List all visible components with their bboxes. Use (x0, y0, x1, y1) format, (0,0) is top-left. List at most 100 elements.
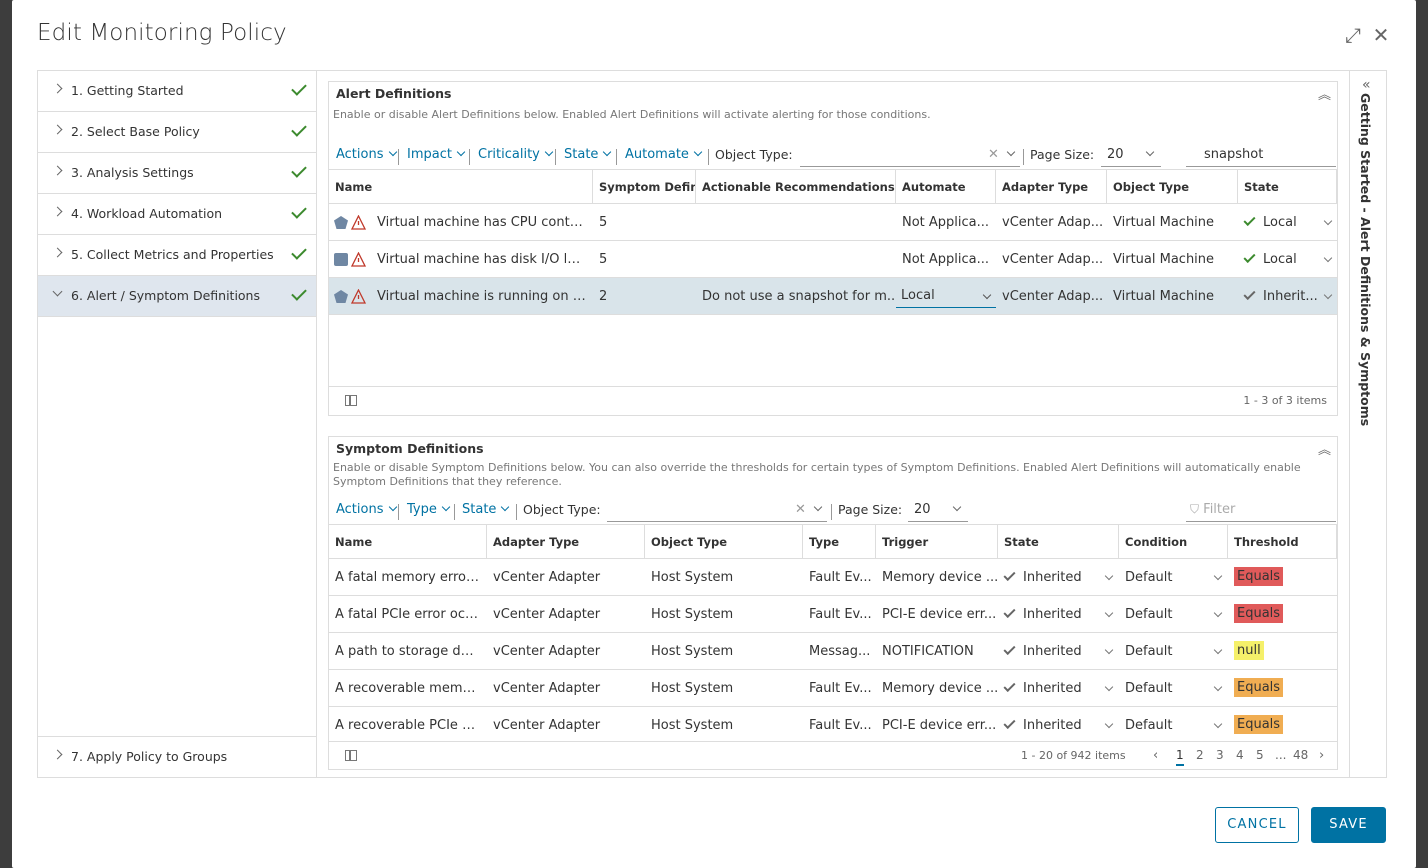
page-size-select[interactable]: 20 (1101, 143, 1161, 167)
state-dropdown[interactable]: State (564, 147, 612, 162)
object-type-select[interactable]: ✕ (607, 498, 827, 522)
page-1[interactable]: 1 (1176, 748, 1184, 766)
state-select[interactable]: Inherited (998, 559, 1108, 596)
condition-select[interactable]: Default (1119, 707, 1219, 741)
page-4[interactable]: 4 (1236, 748, 1244, 762)
trigger: NOTIFICATION (882, 644, 974, 659)
state-select[interactable]: Inherited (998, 633, 1108, 670)
column-symptom-definitions[interactable]: Symptom Defini... (593, 170, 696, 204)
symptom-name[interactable]: A recoverable memor... (329, 670, 487, 707)
column-type[interactable]: Type (803, 525, 876, 559)
column-adapter-type[interactable]: Adapter Type (996, 170, 1107, 204)
symptom-name[interactable]: A fatal memory error ... (329, 559, 487, 596)
symptom-name[interactable]: A recoverable PCIe er... (329, 707, 487, 741)
state-select[interactable]: Inherited (998, 670, 1108, 707)
page-2[interactable]: 2 (1196, 748, 1204, 762)
column-actionable-recommendations[interactable]: Actionable Recommendations (696, 170, 896, 204)
filter-input[interactable]: ⛉ Filter (1186, 498, 1336, 522)
chevron-down-icon[interactable] (1323, 290, 1333, 300)
table-row[interactable]: A recoverable PCIe er... vCenter Adapter… (329, 707, 1337, 741)
chevron-down-icon (603, 147, 612, 157)
column-trigger[interactable]: Trigger (876, 525, 998, 559)
actions-dropdown[interactable]: Actions (336, 502, 397, 517)
symptom-name[interactable]: A fatal PCIe error occ... (329, 596, 487, 633)
save-button[interactable]: SAVE (1311, 807, 1386, 843)
condition-select[interactable]: Default (1119, 596, 1219, 633)
column-adapter-type[interactable]: Adapter Type (487, 525, 645, 559)
table-row[interactable]: Virtual machine has disk I/O late... 5 N… (329, 241, 1337, 278)
page-3[interactable]: 3 (1216, 748, 1224, 762)
cancel-button[interactable]: CANCEL (1215, 807, 1299, 843)
state-select[interactable]: Local (1238, 204, 1337, 241)
filter-placeholder: Filter (1203, 502, 1236, 517)
condition-select[interactable]: Default (1119, 633, 1219, 670)
table-row[interactable]: Virtual machine has CPU conten... 5 Not … (329, 204, 1337, 241)
column-object-type[interactable]: Object Type (1107, 170, 1238, 204)
double-chevron-left-icon[interactable]: « (1362, 77, 1371, 93)
column-threshold[interactable]: Threshold (1228, 525, 1337, 559)
automate-select-field[interactable]: Local (896, 284, 996, 308)
column-toggle-icon[interactable] (345, 395, 357, 406)
alert-name[interactable]: Virtual machine has CPU conten... (371, 204, 593, 241)
column-object-type[interactable]: Object Type (645, 525, 803, 559)
trigger: PCI-E device err... (882, 718, 997, 733)
clear-icon[interactable]: ✕ (988, 147, 999, 162)
page-48[interactable]: 48 (1293, 748, 1308, 762)
object-type: Host System (651, 718, 734, 733)
automate-select[interactable]: Local (896, 278, 996, 315)
state-select[interactable]: Local (1238, 241, 1337, 278)
chevron-down-icon (1145, 147, 1155, 157)
divider (831, 504, 832, 520)
table-row-selected[interactable]: Virtual machine is running on sn... 2 Do… (329, 278, 1337, 315)
collapse-up-icon[interactable]: ︽ (1318, 439, 1331, 458)
chevron-down-icon (813, 502, 823, 512)
alert-definitions-title: Alert Definitions (336, 86, 452, 101)
page-5[interactable]: 5 (1256, 748, 1264, 762)
step-getting-started[interactable]: 1. Getting Started (38, 71, 316, 112)
state-select[interactable]: Inherited (998, 707, 1108, 741)
state-dropdown[interactable]: State (462, 502, 510, 517)
column-state[interactable]: State (1238, 170, 1337, 204)
table-row[interactable]: A fatal PCIe error occ... vCenter Adapte… (329, 596, 1337, 633)
column-toggle-icon[interactable] (345, 750, 357, 761)
state-select[interactable]: Inherit... (1238, 278, 1320, 315)
object-type-label: Object Type: (523, 502, 601, 517)
chevron-right-icon[interactable]: › (1319, 748, 1324, 763)
expand-icon[interactable]: ⤢ (1342, 24, 1364, 46)
table-row[interactable]: A recoverable memor... vCenter Adapter H… (329, 670, 1337, 707)
criticality-dropdown[interactable]: Criticality (478, 147, 554, 162)
condition-select[interactable]: Default (1119, 559, 1219, 596)
search-input[interactable]: snapshot (1186, 143, 1336, 167)
step-alert-symptom-definitions[interactable]: 6. Alert / Symptom Definitions (38, 276, 316, 317)
close-icon[interactable]: ✕ (1370, 24, 1392, 46)
column-condition[interactable]: Condition (1119, 525, 1228, 559)
step-select-base-policy[interactable]: 2. Select Base Policy (38, 112, 316, 153)
collapse-up-icon[interactable]: ︽ (1318, 84, 1331, 103)
alert-name[interactable]: Virtual machine is running on sn... (371, 278, 593, 315)
type-dropdown[interactable]: Type (407, 502, 451, 517)
clear-icon[interactable]: ✕ (795, 502, 806, 517)
chevron-left-icon[interactable]: ‹ (1153, 748, 1158, 763)
page-size-select[interactable]: 20 (908, 498, 968, 522)
health-badge-icon (334, 216, 348, 229)
table-row[interactable]: A path to storage dev... vCenter Adapter… (329, 633, 1337, 670)
actions-dropdown[interactable]: Actions (336, 147, 397, 162)
symptom-name[interactable]: A path to storage dev... (329, 633, 487, 670)
condition-select[interactable]: Default (1119, 670, 1219, 707)
automate-dropdown[interactable]: Automate (625, 147, 703, 162)
column-name[interactable]: Name (329, 170, 593, 204)
chevron-right-icon (52, 165, 63, 176)
step-apply-policy-to-groups[interactable]: 7. Apply Policy to Groups (38, 736, 316, 777)
column-name[interactable]: Name (329, 525, 487, 559)
impact-dropdown[interactable]: Impact (407, 147, 466, 162)
step-collect-metrics[interactable]: 5. Collect Metrics and Properties (38, 235, 316, 276)
column-automate[interactable]: Automate (896, 170, 996, 204)
column-state[interactable]: State (998, 525, 1119, 559)
alert-name[interactable]: Virtual machine has disk I/O late... (371, 241, 593, 278)
object-type-select[interactable]: ✕ (800, 143, 1020, 167)
step-analysis-settings[interactable]: 3. Analysis Settings (38, 153, 316, 194)
state-select[interactable]: Inherited (998, 596, 1108, 633)
getting-started-side-panel[interactable]: « Getting Started - Alert Definitions & … (1349, 71, 1386, 777)
step-workload-automation[interactable]: 4. Workload Automation (38, 194, 316, 235)
table-row[interactable]: A fatal memory error ... vCenter Adapter… (329, 559, 1337, 596)
